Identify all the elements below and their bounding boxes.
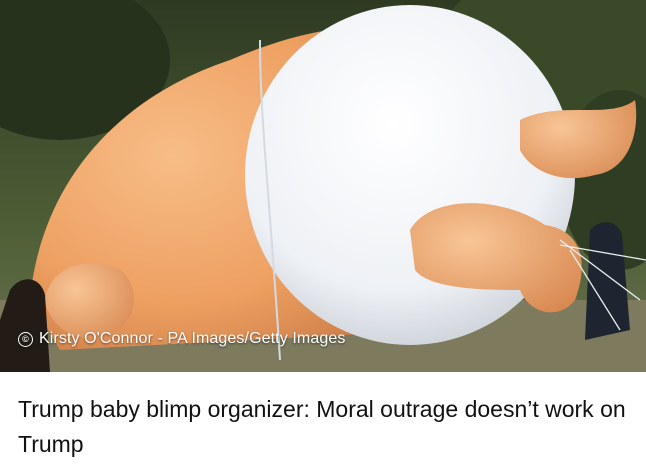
balloon-illustration xyxy=(0,0,646,372)
copyright-icon: © xyxy=(18,331,33,347)
article-card[interactable]: © Kirsty O'Connor - PA Images/Getty Imag… xyxy=(0,0,646,476)
article-photo[interactable] xyxy=(0,0,646,372)
photo-credit-text: Kirsty O'Connor - PA Images/Getty Images xyxy=(39,330,346,347)
article-headline[interactable]: Trump baby blimp organizer: Moral outrag… xyxy=(18,392,628,462)
photo-credit: © Kirsty O'Connor - PA Images/Getty Imag… xyxy=(18,330,345,348)
